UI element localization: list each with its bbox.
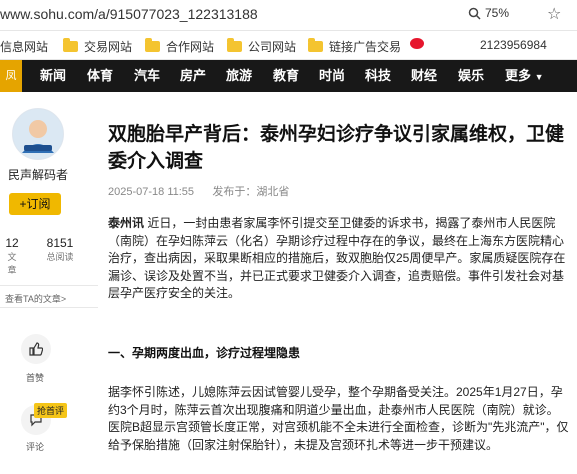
- bookmark-star-icon[interactable]: ☆: [547, 4, 561, 24]
- bookmark-item[interactable]: 信息网站: [0, 38, 48, 55]
- nav-item-fashion[interactable]: 时尚: [319, 60, 345, 92]
- comment-label: 评论: [26, 442, 45, 452]
- bookmark-item[interactable]: 公司网站: [227, 38, 296, 55]
- nav-item-ent[interactable]: 娱乐: [458, 60, 484, 92]
- avatar[interactable]: [12, 108, 64, 160]
- avatar-image: [13, 109, 63, 159]
- stat-articles-num: 12: [5, 236, 19, 250]
- published-in-location: 湖北省: [256, 186, 290, 198]
- nav-item-sports[interactable]: 体育: [87, 60, 113, 92]
- like-button[interactable]: [21, 334, 51, 364]
- nav-item-tech[interactable]: 科技: [365, 60, 391, 92]
- stat-reads-label: 总阅读: [46, 252, 74, 262]
- folder-icon: [308, 38, 323, 52]
- weibo-icon: [410, 38, 424, 49]
- bookmark-item[interactable]: 链接广告交易: [308, 38, 401, 55]
- url-host: www.sohu.com: [0, 6, 95, 22]
- chevron-down-icon: ▼: [534, 72, 544, 82]
- nav-item-finance[interactable]: 财经: [411, 60, 437, 92]
- stat-reads-num: 8151: [46, 236, 74, 250]
- nav-item-more[interactable]: 更多 ▼: [505, 60, 544, 92]
- nav-item-news[interactable]: 新闻: [40, 60, 66, 92]
- published-in-label: 发布于：: [212, 186, 257, 198]
- nav-more-label: 更多: [505, 68, 532, 83]
- nav-item-travel[interactable]: 旅游: [226, 60, 252, 92]
- thumb-up-icon: [21, 334, 51, 364]
- see-all-articles-link[interactable]: 查看TA的文章>: [5, 292, 66, 305]
- divider: [0, 285, 98, 286]
- zoom-level: 75%: [485, 6, 510, 20]
- stat-articles-label: 文章: [7, 252, 17, 275]
- paragraph-lead: 泰州讯: [108, 216, 145, 230]
- nav-item-auto[interactable]: 汽车: [134, 60, 160, 92]
- nav-item-edu[interactable]: 教育: [273, 60, 299, 92]
- bookmark-item[interactable]: 合作网站: [145, 38, 214, 55]
- zoom-control[interactable]: 75%: [468, 6, 509, 20]
- bookmark-label: 合作网站: [166, 40, 215, 54]
- nav-item-house[interactable]: 房产: [180, 60, 206, 92]
- url-path: /a/915077023_122313188: [94, 6, 258, 22]
- folder-icon: [227, 38, 242, 52]
- bookmark-item[interactable]: [410, 38, 424, 49]
- site-logo[interactable]: 凤: [0, 60, 22, 92]
- folder-icon: [145, 38, 160, 52]
- address-bar[interactable]: www.sohu.com/a/915077023_122313188 75% ☆: [0, 0, 577, 31]
- like-label: 首赞: [26, 373, 45, 383]
- zoom-icon: [468, 7, 481, 20]
- subscribe-button[interactable]: +订阅: [9, 193, 61, 215]
- first-comment-badge: 抢首评: [34, 403, 68, 418]
- paragraph-text: 近日，一封由患者家属李怀引提交至卫健委的诉求书，揭露了泰州市人民医院（南院）在孕…: [108, 216, 566, 300]
- article-date: 2025-07-18 11:55: [108, 186, 195, 198]
- bookmark-item[interactable]: 交易网站: [63, 38, 132, 55]
- author-name[interactable]: 民声解码者: [8, 166, 68, 183]
- divider: [0, 307, 98, 308]
- bookmark-item[interactable]: 2123956984: [480, 38, 547, 52]
- article-meta: 2025-07-18 11:55 发布于：湖北省: [108, 183, 289, 199]
- folder-icon: [63, 38, 78, 52]
- article-paragraph: 据李怀引陈述，儿媳陈萍云因试管婴儿受孕，整个孕期备受关注。2025年1月27日，…: [108, 385, 569, 452]
- article-paragraph: 泰州讯 近日，一封由患者家属李怀引提交至卫健委的诉求书，揭露了泰州市人民医院（南…: [108, 215, 570, 303]
- section-heading: 一、孕期两度出血，诊疗过程埋隐患: [108, 346, 301, 360]
- bookmark-label: 公司网站: [248, 40, 297, 54]
- stat-articles[interactable]: 12 文章: [5, 236, 19, 276]
- bookmarks-bar: 信息网站 交易网站 合作网站 公司网站 链接广告交易 2123956984: [0, 31, 577, 60]
- bookmark-label: 链接广告交易: [329, 40, 402, 54]
- stat-reads: 8151 总阅读: [45, 236, 75, 263]
- bookmark-label: 交易网站: [84, 40, 133, 54]
- article-title: 双胞胎早产背后：泰州孕妇诊疗争议引家属维权，卫健委介入调查: [108, 124, 565, 172]
- bookmark-label: 信息网站: [0, 40, 49, 54]
- site-nav: 凤 新闻 体育 汽车 房产 旅游 教育 时尚 科技 财经 娱乐 更多 ▼: [0, 60, 577, 92]
- bookmark-label: 2123956984: [480, 38, 547, 52]
- url-text[interactable]: www.sohu.com/a/915077023_122313188: [0, 6, 258, 22]
